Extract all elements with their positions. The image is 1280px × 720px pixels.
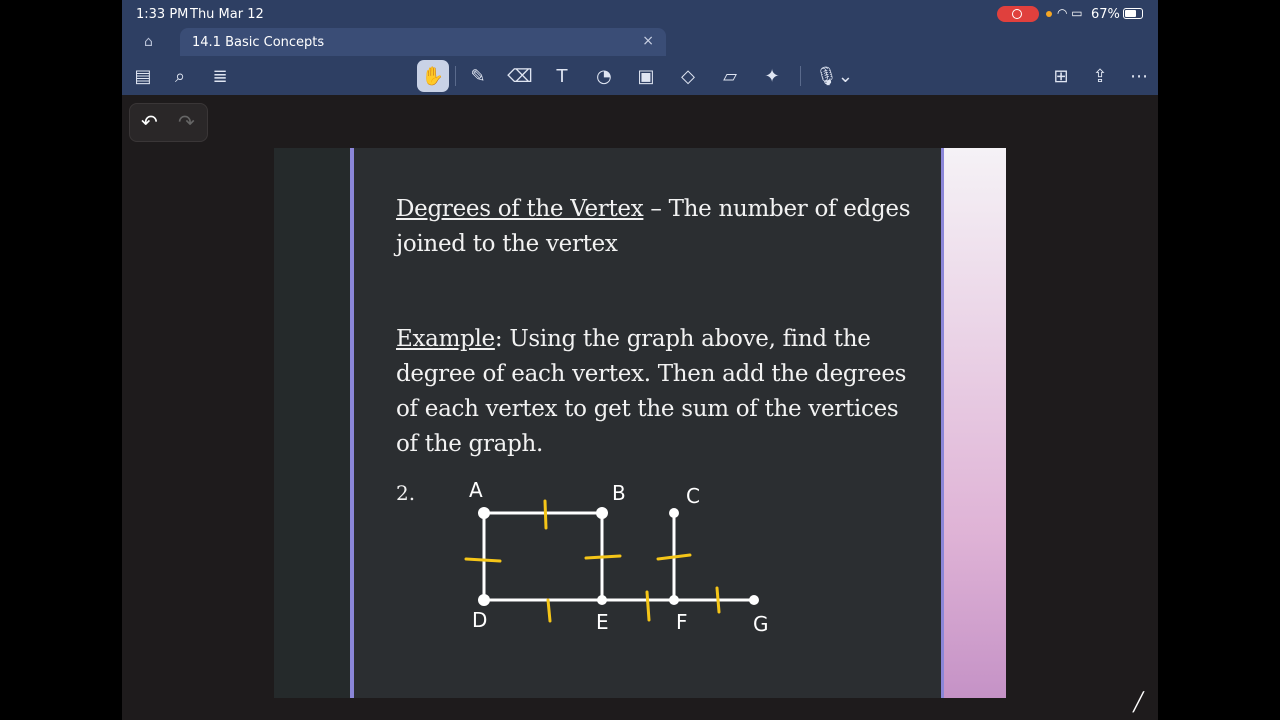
vertex-label-f: F: [676, 610, 688, 634]
share-icon[interactable]: ⇪: [1087, 63, 1113, 89]
status-bar: 1:33 PM Thu Mar 12 ◠ ▭ 67%: [122, 0, 1158, 28]
example-text: Example: Using the graph above, find the…: [396, 322, 916, 462]
vertex-label-e: E: [596, 610, 609, 634]
vertex-label-c: C: [686, 484, 700, 508]
vertex-label-a: A: [469, 478, 483, 502]
document-tab[interactable]: 14.1 Basic Concepts ⌄ ×: [180, 28, 666, 56]
document-page[interactable]: Degrees of the Vertex – The number of ed…: [274, 148, 1006, 698]
definition-term: Degrees of the Vertex: [396, 196, 644, 222]
status-time: 1:33 PM: [136, 7, 189, 22]
wifi-icon: ◠ ▭: [1057, 6, 1083, 20]
vertex-label-d: D: [472, 608, 487, 632]
problem-number: 2.: [396, 481, 416, 505]
microphone-icon[interactable]: 🎙⌄: [814, 63, 854, 89]
laser-pointer-icon[interactable]: ✦: [759, 63, 785, 89]
vertex-f: [669, 595, 679, 605]
vertex-e: [597, 595, 607, 605]
slide-left-panel: [274, 148, 351, 698]
ipad-screen: 1:33 PM Thu Mar 12 ◠ ▭ 67% ⌂ 14.1 Basic …: [122, 0, 1158, 720]
vertex-a: [478, 507, 490, 519]
vertex-label-g: G: [753, 612, 769, 636]
vertex-b: [596, 507, 608, 519]
shapes-tool-icon[interactable]: ◔: [591, 63, 617, 89]
lasso-tool-icon[interactable]: ✋: [417, 60, 449, 92]
vertex-label-b: B: [612, 481, 626, 505]
undo-redo-group: ↶ ↷: [129, 103, 208, 142]
undo-icon[interactable]: ↶: [141, 110, 158, 134]
document-tab-title: 14.1 Basic Concepts: [192, 35, 325, 50]
screen-recording-icon[interactable]: [997, 6, 1039, 22]
top-bar: 1:33 PM Thu Mar 12 ◠ ▭ 67% ⌂ 14.1 Basic …: [122, 0, 1158, 95]
slide-right-panel: [941, 148, 1006, 698]
edge-tally-marks: [464, 499, 721, 623]
chevron-down-icon[interactable]: ⌄: [316, 35, 324, 46]
redo-icon[interactable]: ↷: [178, 110, 195, 134]
more-options-icon[interactable]: ⋯: [1126, 63, 1152, 89]
image-tool-icon[interactable]: ▣: [633, 63, 659, 89]
battery-percent: 67%: [1091, 7, 1120, 22]
battery-icon: [1123, 8, 1143, 19]
add-page-icon[interactable]: ⊞: [1048, 63, 1074, 89]
slide-accent-line: [350, 148, 354, 698]
eraser-tool-icon[interactable]: ⌫: [507, 63, 533, 89]
text-tool-icon[interactable]: T: [549, 63, 575, 89]
definition-text: Degrees of the Vertex – The number of ed…: [396, 192, 916, 262]
home-icon[interactable]: ⌂: [144, 34, 153, 50]
vertex-c: [669, 508, 679, 518]
graph-diagram: A B C D E F G: [464, 478, 769, 636]
elements-tool-icon[interactable]: ◇: [675, 63, 701, 89]
sticky-note-icon[interactable]: ▱: [717, 63, 743, 89]
sidebar-icon[interactable]: ▤: [130, 63, 156, 89]
page-settings-icon[interactable]: ≣: [207, 63, 233, 89]
pencil-cursor-icon: ╱: [1133, 692, 1144, 713]
pen-tool-icon[interactable]: ✎: [465, 63, 491, 89]
mic-indicator-icon: [1046, 11, 1052, 17]
example-term: Example: [396, 326, 495, 352]
close-icon[interactable]: ×: [642, 33, 654, 49]
vertex-d: [478, 594, 490, 606]
status-date: Thu Mar 12: [190, 7, 264, 22]
vertex-g: [749, 595, 759, 605]
search-icon[interactable]: ⌕: [167, 63, 193, 89]
